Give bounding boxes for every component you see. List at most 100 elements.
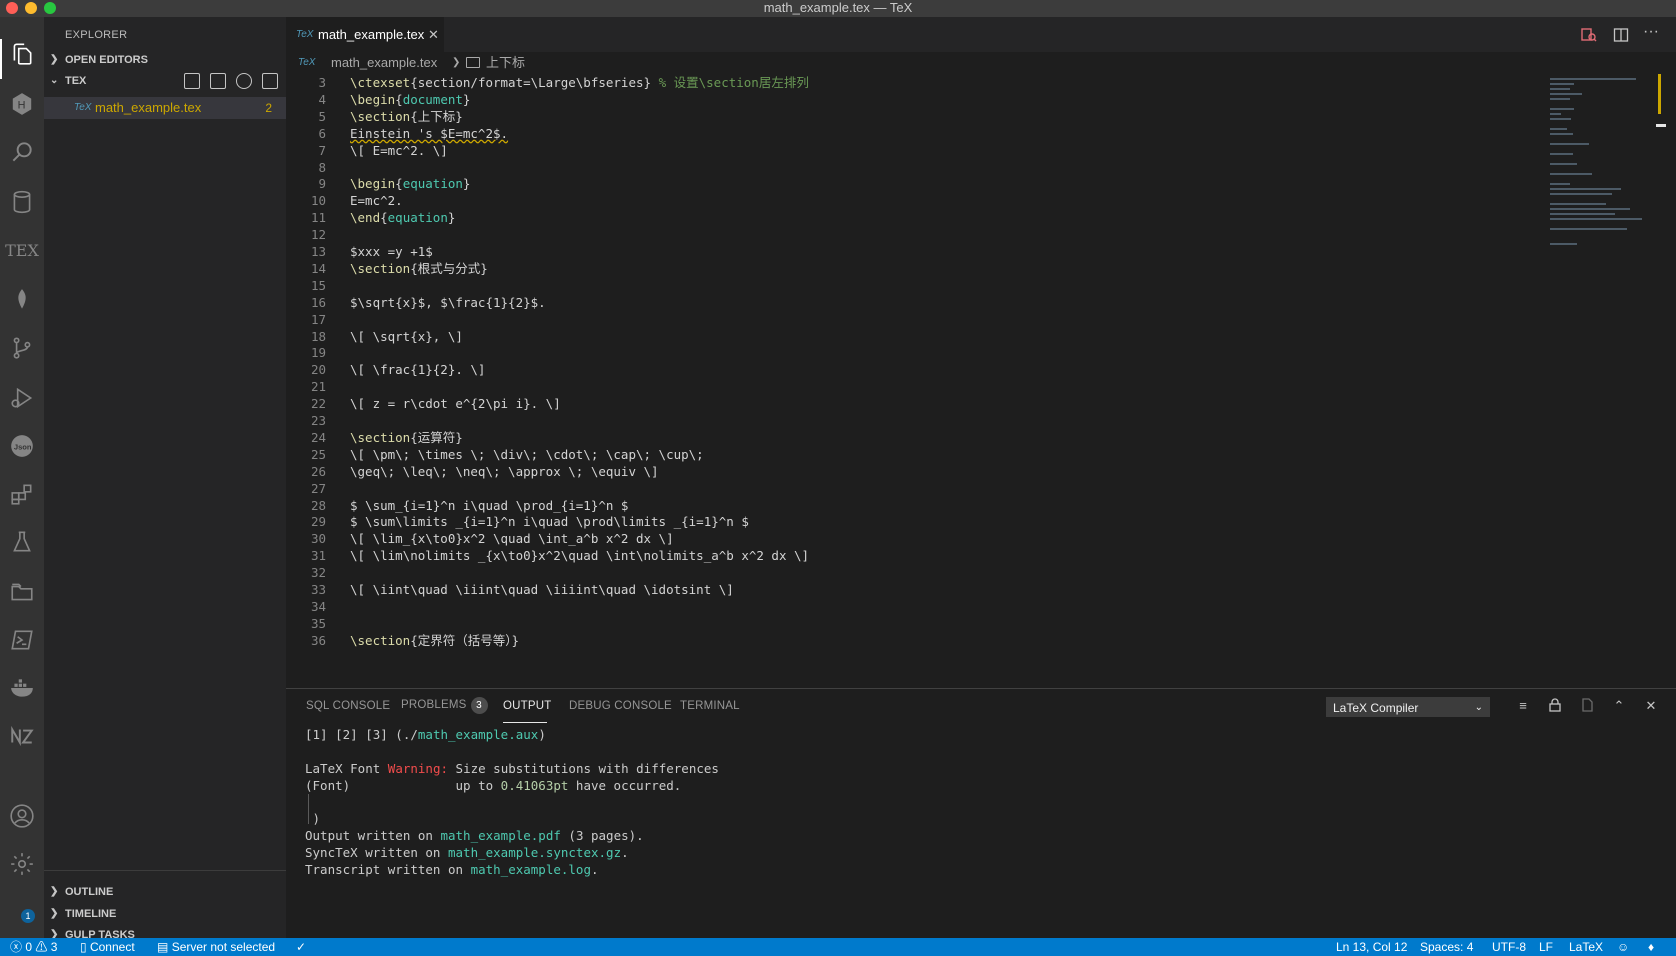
- code-text: Einstein 's $E=mc^2$.: [350, 125, 509, 141]
- active-tab-underline: [503, 722, 547, 723]
- source-control-icon[interactable]: [7, 333, 37, 363]
- tab-math-example[interactable]: TeX math_example.tex ✕: [286, 17, 444, 52]
- tab-sql-console[interactable]: SQL CONSOLE: [306, 700, 390, 712]
- code-editor[interactable]: 3 \ctexset{section/format=\Large\bfseries…: [286, 74, 1676, 686]
- minimap[interactable]: [1546, 74, 1666, 686]
- zoom-window-button[interactable]: [44, 2, 56, 14]
- code-line[interactable]: 24 \section{运算符}: [286, 429, 1526, 447]
- line-number: 3: [318, 75, 326, 90]
- code-line[interactable]: 35: [286, 615, 1526, 633]
- indentation-status[interactable]: Spaces: 4: [1420, 938, 1473, 956]
- timeline-section[interactable]: ❯ TIMELINE: [44, 903, 286, 925]
- folder-icon[interactable]: [7, 577, 37, 607]
- leaf-icon[interactable]: [7, 285, 37, 315]
- docker-icon[interactable]: [7, 673, 37, 703]
- search-icon[interactable]: [7, 137, 37, 167]
- lock-scroll-icon[interactable]: [1547, 698, 1563, 714]
- account-icon[interactable]: [7, 801, 37, 831]
- code-line[interactable]: 21: [286, 378, 1526, 396]
- code-line[interactable]: 28 $ \sum_{i=1}^n i\quad \prod_{i=1}^n $: [286, 497, 1526, 515]
- server-status[interactable]: ▤ Server not selected: [157, 938, 275, 956]
- notifications-bell-icon[interactable]: ♦: [1648, 938, 1654, 956]
- split-editor-icon[interactable]: [1613, 27, 1629, 48]
- tab-problems[interactable]: PROBLEMS 3: [401, 697, 488, 714]
- breadcrumb-file[interactable]: math_example.tex: [331, 52, 437, 74]
- code-line[interactable]: 23: [286, 412, 1526, 430]
- outline-section[interactable]: ❯ OUTLINE: [44, 881, 286, 903]
- code-line[interactable]: 16 $\sqrt{x}$, $\frac{1}{2}$.: [286, 294, 1526, 312]
- breadcrumb-symbol[interactable]: 上下标: [486, 52, 525, 74]
- code-line[interactable]: 13 $xxx =y +1$: [286, 243, 1526, 261]
- output-channel-select[interactable]: LaTeX Compiler ⌄: [1326, 697, 1490, 717]
- code-line[interactable]: 30 \[ \lim_{x\to0}x^2 \quad \int_a^b x^2 …: [286, 530, 1526, 548]
- code-line[interactable]: 8: [286, 159, 1526, 177]
- close-panel-icon[interactable]: ✕: [1643, 698, 1659, 714]
- minimize-window-button[interactable]: [25, 2, 37, 14]
- file-problem-count: 2: [265, 101, 272, 115]
- code-line[interactable]: 18 \[ \sqrt{x}, \]: [286, 328, 1526, 346]
- explorer-toolbar: [184, 73, 278, 89]
- testing-flask-icon[interactable]: [7, 527, 37, 557]
- code-line[interactable]: 5 \section{上下标}: [286, 108, 1526, 126]
- code-line[interactable]: 11 \end{equation}: [286, 209, 1526, 227]
- n-zoom-icon[interactable]: [7, 721, 37, 751]
- code-line[interactable]: 29 $ \sum\limits _{i=1}^n i\quad \prod\li…: [286, 513, 1526, 531]
- close-tab-icon[interactable]: ✕: [428, 17, 439, 52]
- tab-output[interactable]: OUTPUT: [503, 700, 551, 712]
- file-tree-item[interactable]: TeX math_example.tex 2: [44, 97, 286, 119]
- refresh-icon[interactable]: [236, 73, 252, 89]
- tex-icon[interactable]: TEX: [5, 235, 39, 265]
- run-debug-icon[interactable]: [7, 383, 37, 413]
- code-line[interactable]: 32: [286, 564, 1526, 582]
- code-line[interactable]: 12: [286, 226, 1526, 244]
- settings-gear-icon[interactable]: [7, 849, 37, 879]
- code-line[interactable]: 6 Einstein 's $E=mc^2$.: [286, 125, 1526, 143]
- code-line[interactable]: 15: [286, 277, 1526, 295]
- code-line[interactable]: 10 E=mc^2.: [286, 192, 1526, 210]
- new-folder-icon[interactable]: [210, 73, 226, 89]
- eol-status[interactable]: LF: [1539, 938, 1553, 956]
- code-line[interactable]: 4 \begin{document}: [286, 91, 1526, 109]
- code-line[interactable]: 31 \[ \lim\nolimits _{x\to0}x^2\quad \int…: [286, 547, 1526, 565]
- open-preview-icon[interactable]: [1581, 27, 1597, 48]
- powershell-icon[interactable]: [7, 625, 37, 655]
- extensions-icon[interactable]: [7, 479, 37, 509]
- database-icon[interactable]: [7, 187, 37, 217]
- code-line[interactable]: 27: [286, 480, 1526, 498]
- workspace-section[interactable]: ⌄ TEX: [44, 70, 286, 92]
- clear-output-icon[interactable]: ≡: [1515, 698, 1531, 714]
- close-window-button[interactable]: [6, 2, 18, 14]
- json-icon[interactable]: Json: [7, 431, 37, 461]
- code-line[interactable]: 34: [286, 598, 1526, 616]
- code-line[interactable]: 26 \geq\; \leq\; \neq\; \approx \; \equiv…: [286, 463, 1526, 481]
- code-line[interactable]: 22 \[ z = r\cdot e^{2\pi i}. \]: [286, 395, 1526, 413]
- code-line[interactable]: 20 \[ \frac{1}{2}. \]: [286, 361, 1526, 379]
- connect-status[interactable]: ▯ Connect: [80, 938, 135, 956]
- code-line[interactable]: 7 \[ E=mc^2. \]: [286, 142, 1526, 160]
- more-actions-icon[interactable]: ···: [1643, 23, 1659, 41]
- explorer-icon[interactable]: [7, 39, 37, 69]
- problems-status[interactable]: ⓧ 0 ⚠ 3: [10, 938, 57, 956]
- code-line[interactable]: 36 \section{定界符（括号等）}: [286, 632, 1526, 650]
- new-file-icon[interactable]: [184, 73, 200, 89]
- minimap-line: [1550, 133, 1573, 135]
- cursor-position[interactable]: Ln 13, Col 12: [1336, 938, 1407, 956]
- code-line[interactable]: 14 \section{根式与分式}: [286, 260, 1526, 278]
- code-line[interactable]: 3 \ctexset{section/format=\Large\bfseries…: [286, 74, 1526, 92]
- code-line[interactable]: 25 \[ \pm\; \times \; \div\; \cdot\; \cap…: [286, 446, 1526, 464]
- check-icon[interactable]: ✓: [296, 938, 306, 956]
- tab-terminal[interactable]: TERMINAL: [680, 700, 740, 712]
- collapse-all-icon[interactable]: [262, 73, 278, 89]
- code-line[interactable]: 17: [286, 311, 1526, 329]
- open-editors-section[interactable]: ❯ OPEN EDITORS: [44, 49, 286, 71]
- encoding-status[interactable]: UTF-8: [1492, 938, 1526, 956]
- code-line[interactable]: 9 \begin{equation}: [286, 175, 1526, 193]
- tab-debug-console[interactable]: DEBUG CONSOLE: [569, 700, 672, 712]
- hexagon-extension-icon[interactable]: H: [7, 89, 37, 119]
- feedback-icon[interactable]: ☺: [1617, 938, 1629, 956]
- maximize-panel-icon[interactable]: ⌃: [1611, 698, 1627, 714]
- code-line[interactable]: 19: [286, 344, 1526, 362]
- language-mode[interactable]: LaTeX: [1569, 938, 1603, 956]
- code-line[interactable]: 33 \[ \iint\quad \iiint\quad \iiiint\quad…: [286, 581, 1526, 599]
- open-log-file-icon[interactable]: [1579, 698, 1595, 714]
